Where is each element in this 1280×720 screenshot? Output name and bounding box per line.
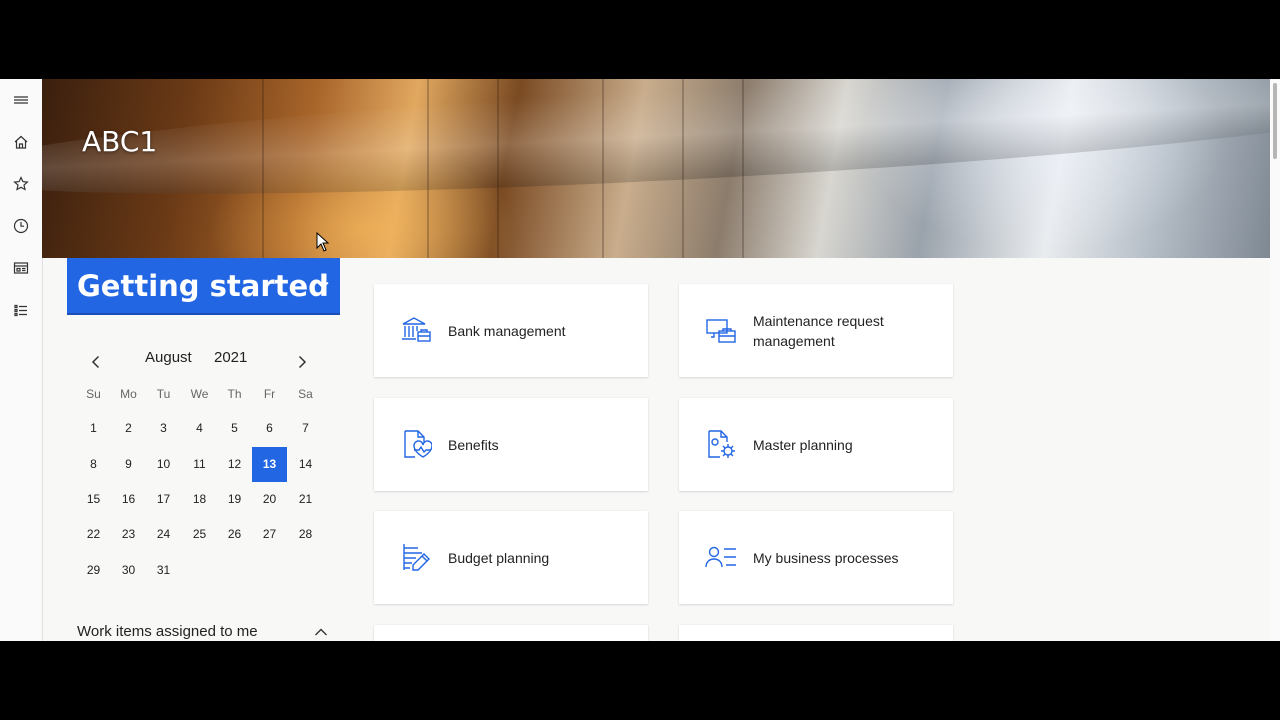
chevron-down-icon: [317, 281, 329, 289]
budget-icon: [400, 541, 432, 573]
calendar-day[interactable]: 20: [252, 482, 287, 517]
maintenance-icon: [705, 314, 737, 346]
hamburger-icon: [14, 96, 28, 104]
tile-label: Master planning: [753, 436, 853, 453]
calendar-day[interactable]: 12: [217, 447, 252, 482]
calendar-day[interactable]: 10: [146, 447, 181, 482]
workspace-banner: ABC1: [42, 79, 1270, 258]
work-items-header: Work items assigned to me: [77, 623, 258, 640]
tile-maintenance-request-management[interactable]: Maintenance request management: [679, 284, 953, 377]
star-icon: [13, 176, 29, 191]
calendar-weekday: We: [190, 387, 209, 401]
vertical-scrollbar[interactable]: [1270, 79, 1280, 641]
tile-bank-management[interactable]: Bank management: [374, 284, 648, 377]
chevron-left-icon: [91, 355, 100, 369]
tile-budget-planning[interactable]: Budget planning: [374, 511, 648, 604]
banner-seam: [742, 79, 744, 258]
workspace-title: Getting started: [77, 269, 329, 303]
planning-gear-icon: [705, 428, 737, 460]
banner-sheen: [42, 79, 1270, 219]
calendar-day[interactable]: 7: [288, 411, 323, 446]
banner-seam: [682, 79, 684, 258]
calendar-day-selected[interactable]: 13: [252, 447, 287, 482]
calendar-weekday: Mo: [120, 387, 137, 401]
calendar-day[interactable]: 27: [252, 517, 287, 552]
calendar-day[interactable]: 8: [76, 447, 111, 482]
chevron-up-icon[interactable]: [314, 627, 328, 637]
calendar-month: August: [145, 349, 192, 366]
home-icon: [14, 135, 28, 149]
app-window: ABC1 Getting started August 2021 Su Mo Tu W…: [0, 79, 1280, 641]
banner-seam: [427, 79, 429, 258]
workspace-selector[interactable]: Getting started: [67, 258, 340, 315]
calendar-day[interactable]: 9: [111, 447, 146, 482]
workspace-icon: [13, 262, 29, 274]
chevron-right-icon: [298, 355, 307, 369]
modules-button[interactable]: [6, 295, 36, 325]
calendar-day[interactable]: 22: [76, 517, 111, 552]
tile-master-planning[interactable]: Master planning: [679, 398, 953, 491]
calendar-day[interactable]: 30: [111, 553, 146, 588]
calendar-day[interactable]: 31: [146, 553, 181, 588]
previous-month-button[interactable]: [86, 351, 106, 373]
calendar-day[interactable]: 2: [111, 411, 146, 446]
list-icon: [14, 304, 27, 317]
calendar-day[interactable]: 17: [146, 482, 181, 517]
calendar-day[interactable]: 28: [288, 517, 323, 552]
tile-label: Bank management: [448, 322, 566, 339]
tile-partial[interactable]: [679, 625, 953, 641]
calendar-day[interactable]: 5: [217, 411, 252, 446]
calendar-day[interactable]: 14: [288, 447, 323, 482]
calendar-weekday: Th: [227, 387, 242, 401]
calendar-day[interactable]: 1: [76, 411, 111, 446]
calendar-day[interactable]: 4: [182, 411, 217, 446]
calendar-day[interactable]: 26: [217, 517, 252, 552]
hamburger-menu-button[interactable]: [6, 85, 36, 115]
calendar-day[interactable]: 19: [217, 482, 252, 517]
business-process-icon: [705, 541, 737, 573]
tile-my-business-processes[interactable]: My business processes: [679, 511, 953, 604]
calendar-year: 2021: [214, 349, 248, 366]
calendar-day[interactable]: 3: [146, 411, 181, 446]
bank-icon: [400, 314, 432, 346]
calendar-day[interactable]: 16: [111, 482, 146, 517]
calendar-day[interactable]: 18: [182, 482, 217, 517]
calendar-weekday: Fr: [263, 387, 276, 401]
calendar-weekday: Sa: [298, 387, 313, 401]
nav-rail: [0, 79, 43, 641]
recent-button[interactable]: [6, 211, 36, 241]
tile-label: My business processes: [753, 549, 899, 566]
tile-benefits[interactable]: Benefits: [374, 398, 648, 491]
banner-seam: [262, 79, 264, 258]
calendar-day[interactable]: 21: [288, 482, 323, 517]
home-button[interactable]: [6, 127, 36, 157]
banner-seam: [497, 79, 499, 258]
calendar-day[interactable]: 25: [182, 517, 217, 552]
calendar-day[interactable]: 11: [182, 447, 217, 482]
tile-label: Benefits: [448, 436, 499, 453]
calendar-day[interactable]: 15: [76, 482, 111, 517]
calendar-day[interactable]: 24: [146, 517, 181, 552]
next-month-button[interactable]: [292, 351, 312, 373]
workspaces-button[interactable]: [6, 253, 36, 283]
calendar-weekday: Su: [86, 387, 101, 401]
calendar-day[interactable]: 6: [252, 411, 287, 446]
calendar-day[interactable]: 23: [111, 517, 146, 552]
mouse-cursor-icon: [316, 232, 330, 252]
calendar-day[interactable]: 29: [76, 553, 111, 588]
banner-seam: [602, 79, 604, 258]
tile-partial[interactable]: [374, 625, 648, 641]
benefits-icon: [400, 428, 433, 460]
company-title: ABC1: [82, 125, 158, 158]
clock-icon: [13, 218, 29, 234]
tile-label: Maintenance request management: [753, 312, 884, 349]
tile-label: Budget planning: [448, 549, 550, 566]
calendar-weekday: Tu: [156, 387, 171, 401]
favorites-button[interactable]: [6, 169, 36, 199]
scrollbar-thumb[interactable]: [1273, 83, 1277, 159]
